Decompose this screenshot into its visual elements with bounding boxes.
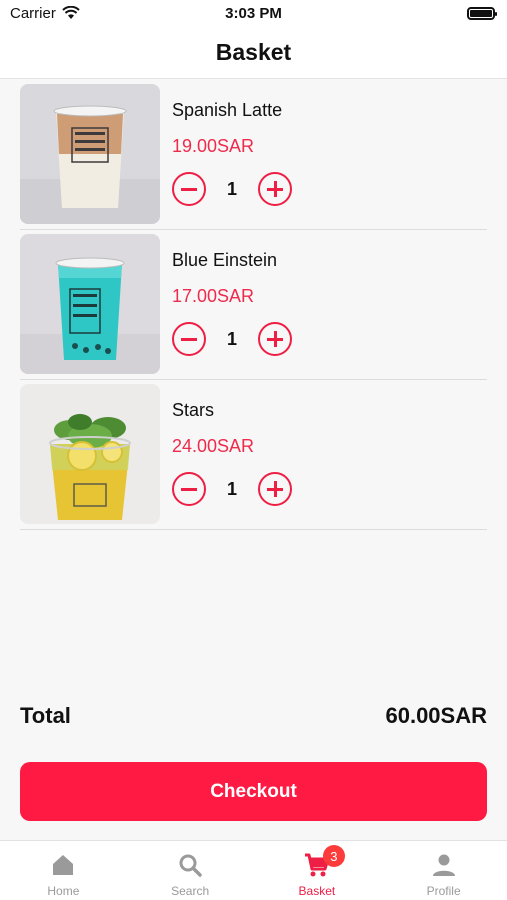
increase-button[interactable]	[258, 472, 292, 506]
status-bar: Carrier 3:03 PM	[0, 0, 507, 26]
tab-profile[interactable]: Profile	[380, 841, 507, 900]
product-image	[20, 234, 160, 374]
wifi-icon	[62, 6, 80, 19]
nav-bar: Basket	[0, 26, 507, 79]
item-name: Stars	[172, 400, 215, 420]
tab-search[interactable]: Search	[127, 841, 254, 900]
tab-basket[interactable]: 3 Basket	[254, 841, 381, 900]
tab-bar: Home Search 3 Basket Profile	[0, 840, 507, 900]
product-image	[20, 84, 160, 224]
minus-icon	[181, 188, 197, 191]
decrease-button[interactable]	[172, 322, 206, 356]
search-icon	[179, 854, 202, 877]
product-image	[20, 384, 160, 524]
total-row: Total 60.00SAR	[20, 703, 487, 729]
quantity-stepper: 1	[172, 322, 292, 356]
decrease-button[interactable]	[172, 472, 206, 506]
item-name: Spanish Latte	[172, 100, 283, 120]
status-left: Carrier	[10, 5, 80, 22]
cart-badge: 3	[322, 845, 345, 867]
total-label: Total	[20, 703, 71, 728]
tab-label: Search	[171, 884, 210, 898]
page-title: Basket	[215, 38, 292, 65]
home-icon	[53, 855, 74, 875]
battery-icon	[467, 6, 497, 20]
person-icon	[432, 854, 455, 876]
quantity-value: 1	[226, 328, 237, 349]
decrease-button[interactable]	[172, 172, 206, 206]
basket-item: Stars 24.00SAR 1	[20, 380, 487, 530]
basket-item: Spanish Latte 19.00SAR 1	[20, 80, 487, 230]
quantity-stepper: 1	[172, 172, 292, 206]
item-price: 17.00SAR	[172, 286, 255, 306]
quantity-stepper: 1	[172, 472, 292, 506]
basket-list: Spanish Latte 19.00SAR 1 Blue Einstein 1…	[20, 80, 487, 530]
total-value: 60.00SAR	[385, 703, 487, 728]
quantity-value: 1	[226, 178, 237, 199]
quantity-value: 1	[226, 478, 237, 499]
tab-label: Basket	[298, 884, 336, 898]
item-name: Blue Einstein	[172, 250, 278, 270]
tab-home[interactable]: Home	[0, 841, 127, 900]
minus-icon	[181, 338, 197, 341]
increase-button[interactable]	[258, 172, 292, 206]
increase-button[interactable]	[258, 322, 292, 356]
basket-item: Blue Einstein 17.00SAR 1	[20, 230, 487, 380]
tab-label: Home	[47, 884, 80, 898]
item-price: 19.00SAR	[172, 136, 255, 156]
tab-label: Profile	[426, 884, 461, 898]
carrier-label: Carrier	[10, 4, 56, 22]
checkout-button[interactable]: Checkout	[20, 762, 487, 821]
item-price: 24.00SAR	[172, 436, 255, 456]
minus-icon	[181, 488, 197, 491]
